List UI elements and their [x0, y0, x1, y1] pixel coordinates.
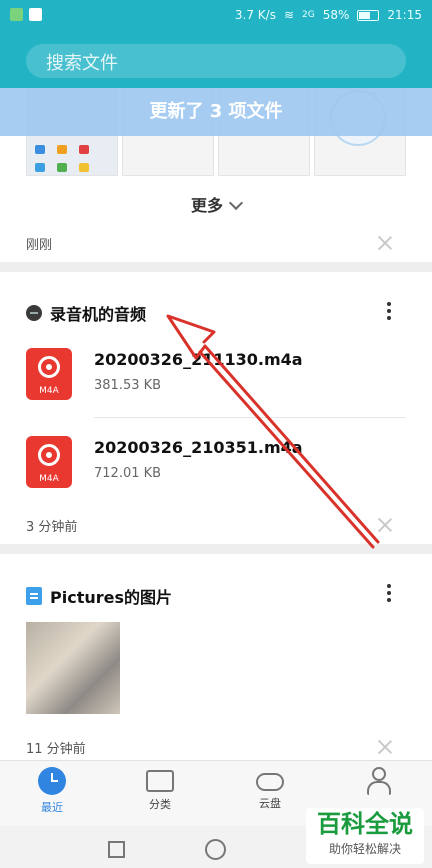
- group-time: 3 分钟前: [26, 520, 78, 535]
- more-options-icon[interactable]: [386, 302, 392, 322]
- file-name: 20200326_210351.m4a: [94, 438, 303, 457]
- file-size: 381.53 KB: [94, 378, 162, 393]
- divider: [0, 544, 432, 554]
- file-size: 712.01 KB: [94, 466, 162, 481]
- clock-icon: [38, 767, 66, 795]
- tab-cloud[interactable]: 云盘: [235, 767, 305, 811]
- close-icon[interactable]: [378, 740, 392, 754]
- list-item[interactable]: M4A 20200326_211130.m4a 381.53 KB: [26, 348, 406, 418]
- update-banner: 更新了 3 项文件: [0, 88, 432, 136]
- app-notification-icon: [10, 8, 23, 21]
- recorder-app-icon: [26, 305, 42, 321]
- more-button[interactable]: 更多: [0, 192, 432, 216]
- tab-categories[interactable]: 分类: [125, 767, 195, 812]
- divider: [0, 262, 432, 272]
- group-time: 刚刚: [26, 238, 53, 253]
- tab-profile[interactable]: [343, 767, 413, 799]
- section-title-pictures[interactable]: Pictures的图片: [26, 584, 172, 608]
- file-type-label: M4A: [39, 474, 59, 484]
- play-notification-icon: [29, 8, 42, 21]
- more-label: 更多: [190, 196, 223, 215]
- battery-percent: 58%: [322, 8, 350, 22]
- chevron-down-icon: [228, 195, 244, 211]
- home-button[interactable]: [205, 839, 226, 860]
- status-bar: 3.7 K/s ≋ 2G 58% 21:15: [0, 0, 432, 32]
- document-icon: [26, 587, 42, 605]
- audio-file-icon: M4A: [26, 436, 72, 488]
- tab-recent[interactable]: 最近: [17, 767, 87, 815]
- audio-file-icon: M4A: [26, 348, 72, 400]
- cloud-icon: [256, 773, 284, 791]
- network-speed: 3.7 K/s: [234, 8, 276, 22]
- file-type-label: M4A: [39, 386, 59, 396]
- search-input[interactable]: 搜索文件: [26, 44, 406, 78]
- row-divider: [94, 417, 406, 418]
- section-title-recorder[interactable]: 录音机的音频: [26, 301, 146, 325]
- wifi-icon: ≋: [283, 8, 295, 22]
- file-name: 20200326_211130.m4a: [94, 350, 303, 369]
- more-options-icon[interactable]: [386, 584, 392, 604]
- network-type: 2G: [302, 10, 315, 20]
- folder-icon: [146, 770, 174, 792]
- close-icon[interactable]: [378, 518, 392, 532]
- app-header: 搜索文件: [0, 32, 432, 88]
- recents-button[interactable]: [108, 841, 125, 858]
- clock-time: 21:15: [387, 8, 422, 22]
- watermark: 百科全说 助你轻松解决: [306, 808, 424, 864]
- photo-thumbnail[interactable]: [26, 622, 120, 714]
- watermark-title: 百科全说: [317, 810, 413, 838]
- tab-label: 云盘: [259, 797, 281, 810]
- section-title-label: 录音机的音频: [50, 305, 147, 324]
- list-item[interactable]: M4A 20200326_210351.m4a 712.01 KB: [26, 436, 406, 506]
- close-icon[interactable]: [378, 236, 392, 250]
- watermark-subtitle: 助你轻松解决: [328, 842, 401, 856]
- tab-label: 最近: [41, 801, 63, 814]
- battery-icon: [357, 9, 380, 21]
- group-time: 11 分钟前: [26, 742, 86, 757]
- tab-label: 分类: [149, 798, 171, 811]
- section-title-label: Pictures的图片: [50, 588, 173, 607]
- person-icon: [364, 767, 392, 795]
